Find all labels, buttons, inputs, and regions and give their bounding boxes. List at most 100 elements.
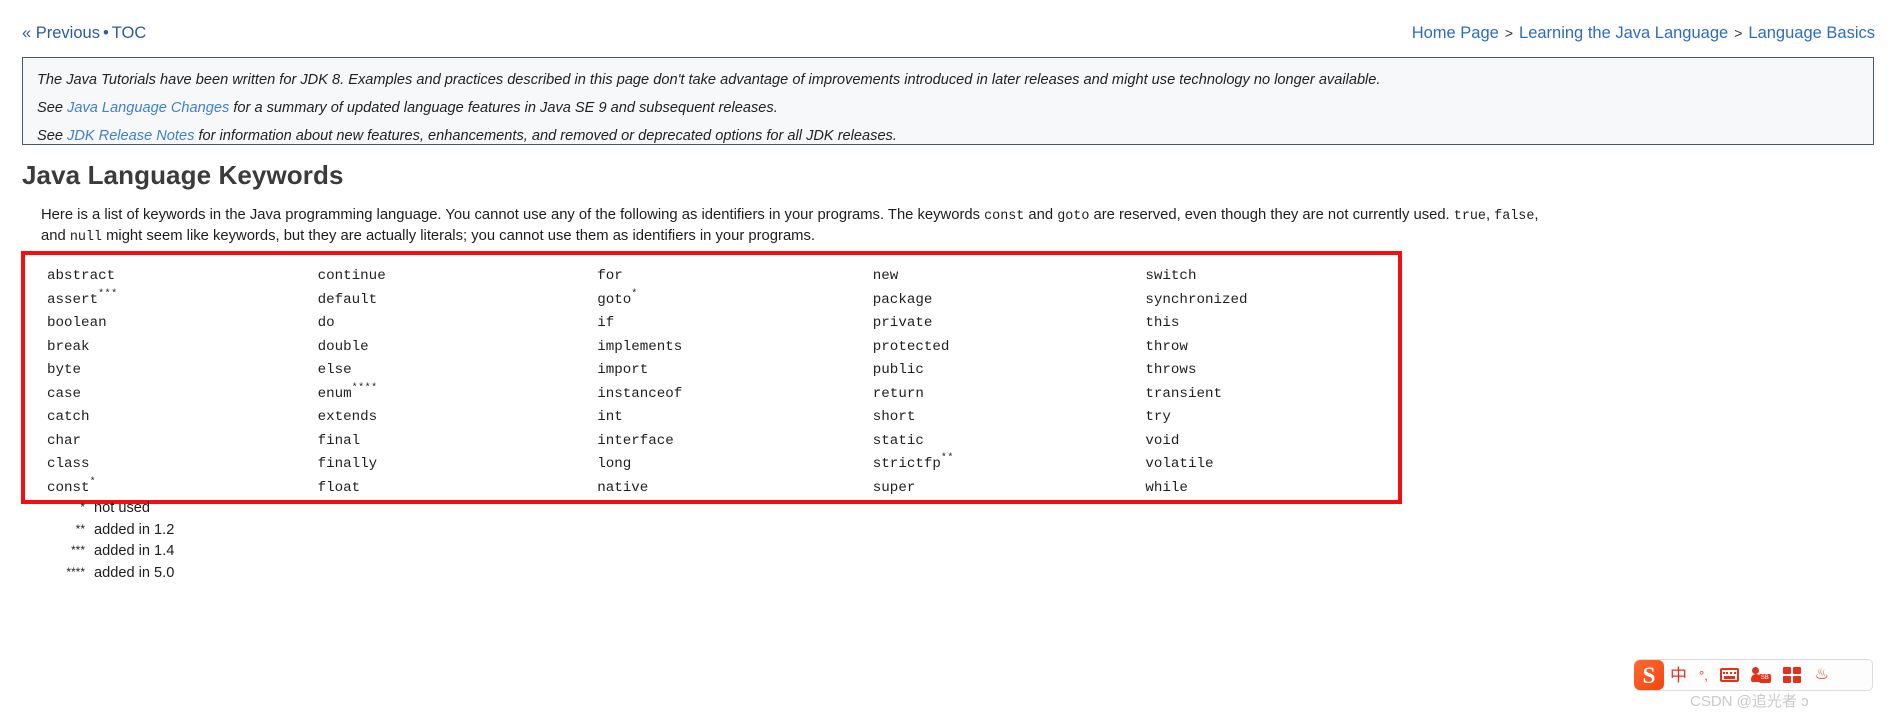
- keyword-code-null: null: [69, 230, 102, 246]
- keyword-footnote-marker: ****: [351, 382, 378, 394]
- intro-paragraph: Here is a list of keywords in the Java p…: [41, 205, 1541, 248]
- footnote-marker: *: [80, 500, 85, 514]
- keyword-label: volatile: [1145, 456, 1214, 472]
- keyword-label: this: [1145, 315, 1180, 331]
- keyword-item: strictfp**: [873, 453, 1124, 477]
- keyword-footnote-marker: **: [940, 453, 954, 465]
- sogou-logo-icon[interactable]: S: [1634, 660, 1664, 690]
- notice-line-3-suffix: for information about new features, enha…: [194, 127, 897, 144]
- keyword-item: enum****: [318, 383, 575, 407]
- top-bar: « Previous • TOC Home Page > Learning the Ja…: [0, 0, 1893, 56]
- keyword-label: const: [47, 479, 90, 496]
- breadcrumb-item-home-page[interactable]: Home Page: [1412, 24, 1499, 42]
- notice-line-2: See Java Language Changes for a summary …: [37, 98, 1859, 119]
- input-mode-chinese-icon[interactable]: 中: [1670, 667, 1687, 684]
- keyword-label: case: [47, 385, 82, 402]
- jdk-notice-box: The Java Tutorials have been written for…: [22, 57, 1874, 145]
- fox-icon[interactable]: ♨: [1813, 666, 1831, 684]
- keyword-label: extends: [317, 409, 378, 425]
- ime-toolbar[interactable]: S 中 °, SB ♨: [1634, 659, 1873, 691]
- keyword-code-const: const: [984, 209, 1025, 224]
- keyword-item: catch: [47, 406, 300, 430]
- keyword-label: new: [872, 268, 899, 284]
- page-nav-links: « Previous • TOC: [22, 24, 146, 43]
- keyword-item: instanceof: [597, 383, 849, 407]
- keyword-label: char: [47, 432, 82, 449]
- keyword-label: abstract: [47, 268, 116, 284]
- keyword-item: throws: [1145, 359, 1398, 383]
- keyword-item: extends: [318, 406, 575, 430]
- keyword-item: while: [1145, 477, 1398, 501]
- keyword-item: package: [873, 289, 1124, 313]
- previous-link[interactable]: « Previous: [22, 24, 100, 42]
- keyword-item: abstract: [47, 265, 300, 289]
- punctuation-mode-icon[interactable]: °,: [1699, 669, 1708, 682]
- user-account-icon[interactable]: SB: [1750, 667, 1771, 683]
- intro-segment-1: Here is a list of keywords in the Java p…: [41, 207, 985, 223]
- footnote-item: **** added in 5.0: [22, 563, 252, 585]
- keyword-item: break: [47, 336, 300, 360]
- keyword-label: final: [317, 432, 361, 449]
- breadcrumb-item-language-basics[interactable]: Language Basics: [1748, 24, 1875, 42]
- footnote-marker: ***: [70, 543, 85, 557]
- keyword-column-3: for goto* if implements import instanceof int i…: [574, 255, 849, 500]
- keyword-table-highlight-box: abstract assert*** boolean break byte case cat…: [21, 251, 1402, 504]
- footnote-text: added in 1.4: [94, 543, 175, 559]
- java-language-changes-link[interactable]: Java Language Changes: [67, 100, 229, 116]
- toc-link[interactable]: TOC: [112, 24, 147, 42]
- keyword-item: implements: [597, 336, 849, 360]
- keyword-item: switch: [1145, 265, 1398, 289]
- keyword-item: return: [873, 383, 1124, 407]
- user-badge-label: SB: [1758, 674, 1771, 683]
- notice-line-1-text: The Java Tutorials have been written for…: [37, 72, 1381, 88]
- intro-segment-6: might seem like keywords, but they are a…: [101, 228, 816, 245]
- keyword-item: try: [1145, 406, 1398, 430]
- keyword-item: synchronized: [1145, 289, 1398, 313]
- footnote-item: * not used: [22, 498, 252, 520]
- keyword-item: if: [597, 312, 849, 336]
- keyword-label: boolean: [47, 315, 107, 331]
- keyword-label: super: [872, 479, 916, 496]
- intro-segment-3: are reserved, even though they are not c…: [1089, 207, 1454, 223]
- keyword-label: static: [872, 432, 924, 449]
- keyword-item: public: [873, 359, 1124, 383]
- keyword-label: assert: [47, 291, 99, 308]
- keyword-item: float: [318, 477, 575, 501]
- app-grid-icon[interactable]: [1782, 667, 1801, 683]
- breadcrumb-separator: >: [1504, 25, 1514, 41]
- footnote-marker: ****: [66, 564, 85, 579]
- keyword-item: else: [318, 359, 575, 383]
- footnote-text: added in 1.2: [94, 521, 175, 538]
- keyword-item: boolean: [47, 312, 300, 336]
- keyword-label: class: [47, 456, 90, 472]
- keyword-label: else: [317, 362, 352, 378]
- keyword-label: import: [597, 362, 649, 378]
- keyword-item: void: [1145, 430, 1398, 454]
- keyword-item: case: [47, 383, 300, 407]
- keyword-column-4: new package private protected public return sh…: [849, 255, 1124, 500]
- notice-line-3: See JDK Release Notes for information ab…: [37, 126, 1859, 147]
- keyword-column-2: continue default do double else enum**** exten…: [300, 255, 575, 500]
- keyword-label: short: [872, 409, 916, 425]
- keyboard-icon[interactable]: [1719, 668, 1739, 682]
- keyword-label: enum: [317, 385, 352, 402]
- breadcrumb-item-learning-the-java-language[interactable]: Learning the Java Language: [1519, 24, 1728, 42]
- keyword-item: private: [873, 312, 1124, 336]
- keyword-label: strictfp: [872, 456, 941, 472]
- keyword-item: do: [318, 312, 575, 336]
- keyword-label: default: [317, 291, 378, 308]
- keyword-item: long: [597, 453, 849, 477]
- notice-line-1: The Java Tutorials have been written for…: [37, 70, 1859, 91]
- breadcrumb-separator: >: [1734, 25, 1743, 41]
- keyword-item: double: [318, 336, 575, 360]
- keyword-label: try: [1145, 409, 1171, 425]
- footnote-list: * not used ** added in 1.2 *** added in 1.4 **…: [22, 498, 252, 584]
- keyword-label: protected: [872, 338, 950, 355]
- notice-line-3-prefix: See: [37, 127, 68, 144]
- keyword-item: final: [318, 430, 575, 454]
- keyword-code-true: true: [1453, 209, 1486, 224]
- jdk-release-notes-link[interactable]: JDK Release Notes: [67, 128, 194, 144]
- keyword-item: short: [873, 406, 1124, 430]
- keyword-label: if: [597, 315, 615, 331]
- keyword-column-1: abstract assert*** boolean break byte case cat…: [25, 255, 300, 500]
